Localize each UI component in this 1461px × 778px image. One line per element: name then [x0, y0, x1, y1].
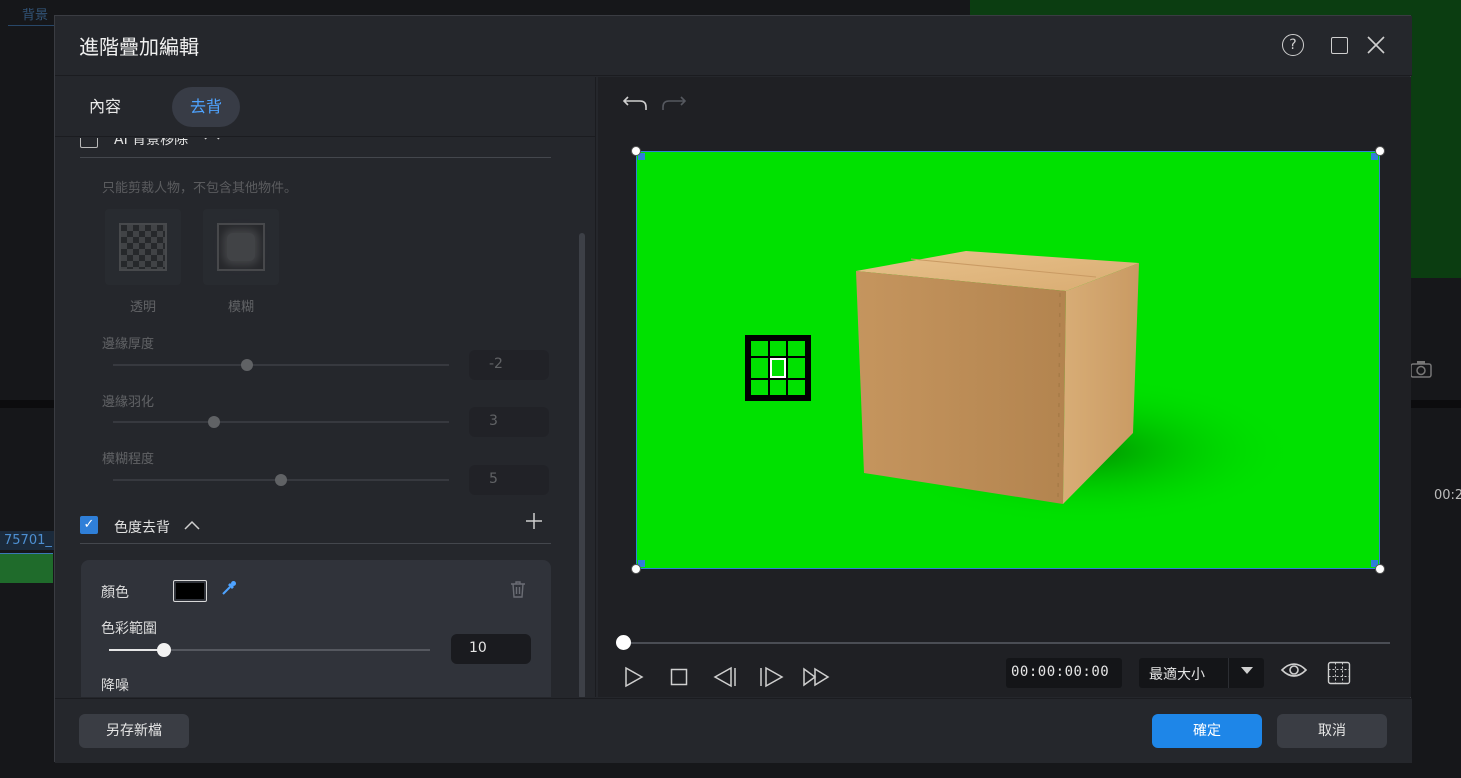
selection-border-right	[1379, 151, 1380, 569]
edge-thickness-input[interactable]: -2	[469, 350, 549, 380]
edge-thickness-label: 邊緣厚度	[102, 337, 155, 352]
eyedropper-icon[interactable]	[221, 580, 237, 600]
redo-icon[interactable]	[661, 93, 687, 118]
selection-border-top	[636, 151, 1380, 152]
edge-feather-input[interactable]: 3	[469, 407, 549, 437]
trash-icon[interactable]	[510, 580, 526, 600]
blur-level-slider[interactable]	[113, 474, 449, 486]
ai-removal-hint: 只能剪裁人物，不包含其他物件。	[102, 181, 298, 196]
blur-level-input[interactable]: 5	[469, 465, 549, 495]
zoom-dropdown[interactable]: 最適大小	[1139, 658, 1264, 688]
edge-feather-slider[interactable]	[113, 416, 449, 428]
tab-content[interactable]: 內容	[71, 87, 139, 127]
chroma-key-card: 顏色 色彩範圍 10 降噪	[81, 560, 551, 697]
dialog-footer: 另存新檔 確定 取消	[55, 698, 1412, 763]
background-clip-thumbnail	[0, 553, 53, 583]
edge-thickness-knob[interactable]	[241, 359, 254, 371]
preview-panel: 00:00:00:00 最適大小	[598, 77, 1411, 697]
tab-bar: 內容 去背	[55, 77, 595, 137]
selection-border-left	[636, 151, 637, 569]
chroma-key-checkbox[interactable]: ✓	[80, 516, 98, 534]
tab-background-removal[interactable]: 去背	[172, 87, 241, 127]
color-swatch-fill	[176, 583, 204, 599]
noise-reduction-label: 降噪	[101, 678, 129, 694]
color-label: 顏色	[101, 585, 129, 601]
resize-handle-bottom-left[interactable]	[631, 564, 641, 574]
playback-timeline[interactable]	[616, 635, 1390, 650]
blur-icon	[217, 223, 265, 271]
ai-removal-header: AI 背景移除	[80, 138, 551, 158]
zoom-dropdown-value: 最適大小	[1149, 667, 1205, 683]
option-transparent-label: 透明	[129, 300, 156, 315]
resize-handle-bottom-right[interactable]	[1375, 564, 1385, 574]
stop-button[interactable]	[670, 662, 688, 692]
eye-icon[interactable]	[1280, 660, 1308, 684]
ai-removal-label: AI 背景移除	[114, 138, 189, 148]
caret-down-icon[interactable]	[1241, 664, 1253, 678]
play-button[interactable]	[624, 662, 644, 692]
chevron-up-icon[interactable]	[184, 518, 200, 534]
option-blur[interactable]	[203, 209, 279, 285]
previous-frame-button[interactable]	[713, 662, 739, 692]
blur-level-knob[interactable]	[275, 474, 287, 486]
camera-icon	[1410, 360, 1434, 380]
close-icon[interactable]	[1363, 32, 1389, 58]
grid-icon[interactable]	[1327, 661, 1351, 689]
color-range-slider[interactable]	[109, 643, 430, 657]
color-range-knob[interactable]	[156, 643, 171, 657]
playhead-knob[interactable]	[616, 635, 631, 650]
background-time-label: 00:2	[1434, 488, 1461, 503]
color-range-fill	[109, 649, 164, 651]
color-range-input[interactable]: 10	[451, 634, 531, 664]
scrollbar[interactable]	[579, 233, 585, 697]
zoom-dropdown-separator	[1228, 658, 1229, 688]
color-swatch[interactable]	[173, 580, 207, 602]
selection-border-bottom	[636, 568, 1380, 569]
chroma-key-label: 色度去背	[114, 520, 170, 536]
transparent-icon	[119, 223, 167, 271]
advanced-overlay-dialog: 進階疊加編輯 ? 內容 去背 AI 背景移除 只能剪裁人物，不包含其他物件。 透…	[54, 15, 1412, 763]
background-clip-label: 75701_	[0, 531, 56, 550]
settings-scroll-area: AI 背景移除 只能剪裁人物，不包含其他物件。 透明 模糊 邊緣厚度 -2 邊緣…	[55, 138, 595, 697]
option-transparent[interactable]	[105, 209, 181, 285]
edge-thickness-slider[interactable]	[113, 359, 449, 371]
dialog-titlebar: 進階疊加編輯 ?	[55, 16, 1412, 76]
chevron-up-icon[interactable]	[204, 138, 220, 144]
ok-button[interactable]: 確定	[1152, 714, 1262, 748]
edge-feather-label: 邊緣羽化	[102, 395, 155, 410]
color-picker-cursor	[745, 335, 811, 401]
ai-removal-checkbox[interactable]	[80, 138, 98, 148]
cancel-button[interactable]: 取消	[1277, 714, 1387, 748]
resize-handle-top-right[interactable]	[1375, 146, 1385, 156]
settings-panel: 內容 去背 AI 背景移除 只能剪裁人物，不包含其他物件。 透明 模糊 邊緣厚度…	[55, 77, 596, 697]
dialog-title: 進階疊加編輯	[79, 35, 199, 59]
edge-feather-knob[interactable]	[207, 416, 220, 428]
blur-level-label: 模糊程度	[102, 452, 155, 467]
undo-icon[interactable]	[622, 93, 648, 118]
chroma-key-header: ✓ 色度去背	[80, 513, 551, 544]
video-preview[interactable]	[636, 151, 1380, 569]
color-range-label: 色彩範圍	[101, 621, 157, 637]
resize-handle-top-left[interactable]	[631, 146, 641, 156]
background-tab: 背景	[8, 4, 56, 26]
add-key-icon[interactable]	[526, 510, 542, 535]
help-icon[interactable]: ?	[1282, 34, 1304, 56]
fast-forward-button[interactable]	[802, 662, 830, 692]
save-as-new-button[interactable]: 另存新檔	[79, 714, 189, 748]
next-frame-button[interactable]	[758, 662, 784, 692]
timecode-display: 00:00:00:00	[1006, 658, 1122, 688]
maximize-icon[interactable]	[1326, 32, 1352, 58]
option-blur-label: 模糊	[227, 300, 254, 315]
app-root: 背景 00:2 75701_ 進階疊加編輯 ? 內容 去背 AI 背景移除 只能…	[0, 0, 1461, 778]
